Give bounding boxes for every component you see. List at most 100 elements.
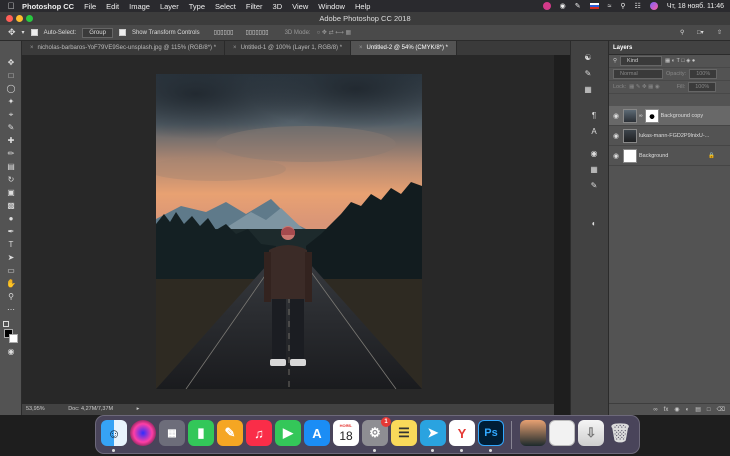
new-layer-icon[interactable]: □ <box>707 407 711 413</box>
tab-document-1[interactable]: × nicholas-barbaros-YoF79VE9Sec-unsplash.… <box>22 41 226 55</box>
edit-icon[interactable]: ✎ <box>575 2 581 10</box>
downloads-folder-icon[interactable]: ⇩ <box>578 420 604 446</box>
auto-select-dropdown[interactable]: Group <box>82 27 113 38</box>
menu-filter[interactable]: Filter <box>246 2 263 11</box>
3d-tools-icon[interactable]: ○ ✥ ⇄ ⟷ ▦ <box>317 29 352 36</box>
menu-select[interactable]: Select <box>215 2 236 11</box>
status-arrow-icon[interactable]: ▸ <box>137 406 140 412</box>
dropdown-icon[interactable]: ▾ <box>22 29 25 36</box>
swatches-icon[interactable]: ▦ <box>588 165 600 175</box>
align-left-icon[interactable]: ▯▯▯▯▯▯ <box>214 29 234 36</box>
menu-window[interactable]: Window <box>318 2 345 11</box>
default-colors-icon[interactable] <box>3 321 9 327</box>
path-select-icon[interactable]: ➤ <box>5 253 17 263</box>
libraries-icon[interactable]: ▦ <box>582 85 594 95</box>
recent-photo-thumbnail[interactable] <box>520 420 546 446</box>
wifi-icon[interactable]: ≈ <box>608 3 612 10</box>
menu-layer[interactable]: Layer <box>160 2 179 11</box>
layer-row-background[interactable]: ◉ Background 🔒 <box>609 146 730 166</box>
tab-document-3[interactable]: × Untitled-2 @ 54% (CMYK/8*) * <box>351 41 457 55</box>
finder-icon[interactable]: ☺ <box>101 420 127 446</box>
marquee-tool-icon[interactable]: □ <box>5 71 17 81</box>
close-tab-icon[interactable]: × <box>359 45 363 51</box>
background-color-swatch[interactable] <box>9 334 18 343</box>
delete-layer-icon[interactable]: ⌫ <box>717 406 725 413</box>
history-icon[interactable]: ☯ <box>582 53 594 63</box>
crop-tool-icon[interactable]: ⌖ <box>5 110 17 120</box>
search-icon[interactable]: ⚲ <box>620 2 625 10</box>
flag-icon[interactable] <box>589 3 599 9</box>
numbers-icon[interactable]: ▮ <box>188 420 214 446</box>
quick-select-tool-icon[interactable]: ✦ <box>5 97 17 107</box>
close-tab-icon[interactable]: × <box>233 45 237 51</box>
lock-icons[interactable]: ▦ ✎ ✥ ▦ ◉ <box>629 84 660 90</box>
pen-tool-icon[interactable]: ✒ <box>5 227 17 237</box>
menu-3d[interactable]: 3D <box>273 2 283 11</box>
dodge-tool-icon[interactable]: ● <box>5 214 17 224</box>
link-layers-icon[interactable]: ∞ <box>653 407 657 413</box>
downloads-stack-icon[interactable] <box>549 420 575 446</box>
hand-tool-icon[interactable]: ✋ <box>5 279 17 289</box>
brushes-icon[interactable]: ✎ <box>588 181 600 191</box>
calendar-icon[interactable]: НОЯБ. 18 <box>333 420 359 446</box>
show-transform-checkbox[interactable] <box>118 29 126 36</box>
adjustment-layer-icon[interactable]: ◐ <box>686 407 690 413</box>
visibility-eye-icon[interactable]: ◉ <box>609 152 623 160</box>
creative-cloud-icon[interactable] <box>542 2 551 10</box>
fx-icon[interactable]: fx <box>664 407 669 413</box>
app-store-icon[interactable]: A <box>304 420 330 446</box>
layer-row-background-copy[interactable]: ◉ ∞ Background copy <box>609 106 730 126</box>
menu-view[interactable]: View <box>292 2 308 11</box>
distribute-icon[interactable]: ▯▯▯▯▯▯▯ <box>245 29 268 36</box>
brush-tool-icon[interactable]: ✏ <box>5 149 17 159</box>
rectangle-tool-icon[interactable]: ▭ <box>5 266 17 276</box>
siri-icon[interactable] <box>130 420 156 446</box>
menu-edit[interactable]: Edit <box>106 2 119 11</box>
menu-file[interactable]: File <box>84 2 96 11</box>
zoom-tool-icon[interactable]: ⚲ <box>5 292 17 302</box>
opacity-field[interactable]: 100% <box>689 69 718 79</box>
menu-image[interactable]: Image <box>129 2 150 11</box>
canvas-area[interactable] <box>22 55 554 404</box>
gradient-tool-icon[interactable]: ▩ <box>5 201 17 211</box>
visibility-eye-icon[interactable]: ◉ <box>609 132 623 140</box>
notes-icon[interactable]: ☰ <box>391 420 417 446</box>
move-tool-icon[interactable]: ✥ <box>5 58 17 68</box>
share-icon[interactable]: ⇧ <box>717 29 722 36</box>
color-icon[interactable]: ◉ <box>588 149 600 159</box>
doc-size-readout[interactable]: Doc: 4,27M/7,37M <box>68 406 113 412</box>
filter-kind-dropdown[interactable]: Kind <box>620 56 663 66</box>
minimize-window-icon[interactable] <box>16 15 23 22</box>
menu-help[interactable]: Help <box>355 2 370 11</box>
document-canvas[interactable] <box>156 74 422 389</box>
auto-select-checkbox[interactable] <box>30 29 38 36</box>
photoshop-icon[interactable]: Ps <box>478 420 504 446</box>
visibility-eye-icon[interactable]: ◉ <box>609 112 623 120</box>
music-icon[interactable]: ♫ <box>246 420 272 446</box>
workspace-icon[interactable]: □▾ <box>697 29 704 36</box>
type-tool-icon[interactable]: T <box>5 240 17 250</box>
control-center-icon[interactable]: ☷ <box>635 2 641 10</box>
layers-panel-title[interactable]: Layers <box>609 41 730 55</box>
maximize-window-icon[interactable] <box>26 15 33 22</box>
facetime-icon[interactable]: ▶ <box>275 420 301 446</box>
move-tool-icon[interactable]: ✥ <box>8 27 16 38</box>
adjustments-icon[interactable]: ✎ <box>582 69 594 79</box>
eyedropper-tool-icon[interactable]: ✎ <box>5 123 17 133</box>
filter-search-icon[interactable]: ⚲ <box>613 58 617 64</box>
eraser-tool-icon[interactable]: ▣ <box>5 188 17 198</box>
layer-comps-icon[interactable]: ◐ <box>588 219 600 229</box>
system-preferences-icon[interactable]: ⚙ 1 <box>362 417 391 446</box>
telegram-icon[interactable]: ➤ <box>420 420 446 446</box>
close-tab-icon[interactable]: × <box>30 45 34 51</box>
apple-icon[interactable]:  <box>0 1 22 11</box>
yandex-browser-icon[interactable]: Y <box>449 420 475 446</box>
more-tools-icon[interactable]: ⋯ <box>5 305 17 315</box>
new-group-icon[interactable]: ▤ <box>695 406 701 413</box>
healing-brush-icon[interactable]: ✚ <box>5 136 17 146</box>
quick-mask-icon[interactable]: ◉ <box>5 347 17 357</box>
fill-field[interactable]: 100% <box>688 82 717 92</box>
search-icon[interactable]: ⚲ <box>680 29 684 36</box>
menu-type[interactable]: Type <box>189 2 205 11</box>
zoom-readout[interactable]: 53,95% <box>26 406 45 412</box>
